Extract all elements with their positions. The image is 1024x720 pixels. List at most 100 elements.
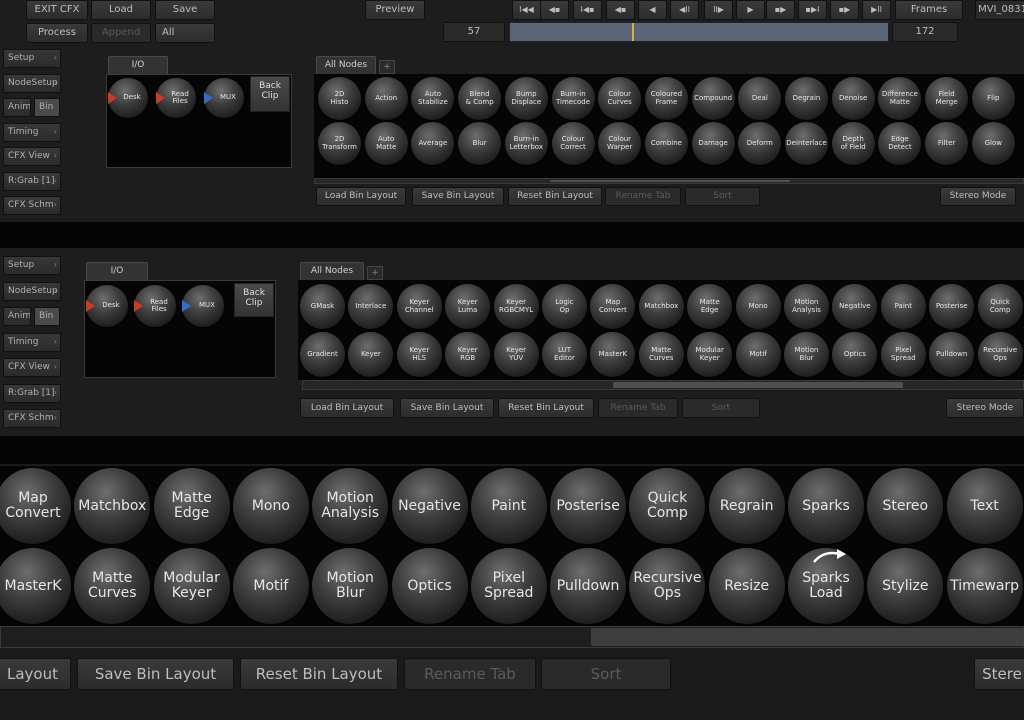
- transport-button[interactable]: ◀: [638, 0, 667, 20]
- node-motion-analysis[interactable]: Motion Analysis: [784, 284, 829, 329]
- rename-tab-button[interactable]: Rename Tab: [598, 398, 678, 418]
- node-blend-comp[interactable]: Blend & Comp: [458, 77, 502, 120]
- all-nodes-tab[interactable]: All Nodes: [300, 262, 364, 280]
- append-dropdown[interactable]: Append: [91, 23, 151, 43]
- node-matte-curves[interactable]: Matte Curves: [74, 548, 151, 624]
- node-motif[interactable]: Motif: [232, 548, 309, 624]
- frame-start-field[interactable]: 57: [443, 22, 505, 42]
- node-colour-warper[interactable]: Colour Warper: [598, 122, 642, 165]
- node-motif[interactable]: Motif: [735, 332, 781, 377]
- clip-name-field[interactable]: MVI_0831: [975, 0, 1024, 20]
- node-mono[interactable]: Mono: [232, 468, 309, 544]
- sidebar-item-cfx-schm[interactable]: CFX Schm ›: [3, 196, 61, 215]
- node-bump-displace[interactable]: Bump Displace: [504, 77, 548, 120]
- transport-button[interactable]: ◀▪: [540, 0, 569, 20]
- node-recursive-ops[interactable]: Recursive Ops: [629, 548, 706, 624]
- node-negative[interactable]: Negative: [391, 468, 468, 544]
- node-keyer-channel[interactable]: Keyer Channel: [396, 284, 442, 329]
- sidebar-item-cfx-view[interactable]: CFX View ›: [3, 358, 61, 377]
- node-matchbox[interactable]: Matchbox: [638, 284, 684, 329]
- node-blur[interactable]: Blur: [458, 122, 502, 165]
- io-tab[interactable]: I/O: [86, 262, 148, 280]
- sidebar-item-cfx-view[interactable]: CFX View ›: [3, 147, 61, 166]
- node-denoise[interactable]: Denoise: [831, 77, 875, 120]
- sidebar-item-anim[interactable]: Anim: [3, 98, 31, 117]
- node-stylize[interactable]: Stylize: [867, 548, 944, 624]
- sort-button[interactable]: Sort: [682, 398, 760, 418]
- node-keyer-hls[interactable]: Keyer HLS: [396, 332, 442, 377]
- node-matte-edge[interactable]: Matte Edge: [153, 468, 230, 544]
- rename-tab-button[interactable]: Rename Tab: [605, 187, 681, 206]
- scrollbar-thumb[interactable]: [613, 382, 903, 388]
- node-motion-blur[interactable]: Motion Blur: [784, 332, 829, 377]
- node-gmask[interactable]: GMask: [300, 284, 345, 329]
- rename-tab-button[interactable]: Rename Tab: [404, 658, 536, 690]
- node-burn-in-timecode[interactable]: Burn-in Timecode: [551, 77, 595, 120]
- node-2d-histo[interactable]: 2D Histo: [318, 77, 361, 120]
- node-logic-op[interactable]: Logic Op: [542, 284, 587, 329]
- node-pulldown[interactable]: Pulldown: [550, 548, 627, 624]
- scrollbar-thumb[interactable]: [550, 180, 790, 182]
- back-clip-node[interactable]: Back Clip: [234, 283, 274, 317]
- sidebar-item-timing[interactable]: Timing ›: [3, 122, 61, 142]
- reset-bin-layout-button[interactable]: Reset Bin Layout: [498, 398, 594, 418]
- node-bin-scrollbar[interactable]: [0, 626, 1024, 648]
- sidebar-item-anim[interactable]: Anim: [3, 307, 31, 326]
- node-colour-correct[interactable]: Colour Correct: [551, 122, 595, 165]
- node-compound[interactable]: Compound: [691, 77, 735, 120]
- node-resize[interactable]: Resize: [708, 548, 785, 624]
- node-colour-curves[interactable]: Colour Curves: [598, 77, 642, 120]
- node-combine[interactable]: Combine: [644, 122, 688, 165]
- add-tab-button[interactable]: +: [379, 60, 395, 74]
- node-keyer-luma[interactable]: Keyer Luma: [445, 284, 491, 329]
- sort-button[interactable]: Sort: [541, 658, 671, 690]
- node-matchbox[interactable]: Matchbox: [74, 468, 151, 544]
- reset-bin-layout-button[interactable]: Reset Bin Layout: [240, 658, 398, 690]
- node-2d-transform[interactable]: 2D Transform: [318, 122, 361, 165]
- stereo-mode-button[interactable]: Stereo Mode: [940, 187, 1016, 206]
- load-bin-layout-button[interactable]: Layout: [0, 658, 71, 690]
- node-timewarp[interactable]: Timewarp: [946, 548, 1023, 624]
- stereo-mode-button[interactable]: Stereo Mode: [946, 398, 1024, 418]
- node-glow[interactable]: Glow: [971, 122, 1015, 165]
- exit-cfx-button[interactable]: EXIT CFX: [26, 0, 88, 20]
- sidebar-item-r-grab[interactable]: R:Grab [1] ›: [3, 383, 61, 403]
- load-bin-layout-button[interactable]: Load Bin Layout: [316, 187, 406, 206]
- node-filter[interactable]: Filter: [925, 122, 969, 165]
- node-pixel-spread[interactable]: Pixel Spread: [470, 548, 547, 624]
- frames-dropdown[interactable]: Frames: [895, 0, 963, 20]
- node-keyer-rgbcmyl[interactable]: Keyer RGBCMYL: [493, 284, 539, 329]
- node-posterise[interactable]: Posterise: [929, 284, 975, 329]
- sidebar-item-bin[interactable]: Bin: [34, 307, 60, 326]
- transport-button[interactable]: ◀▪: [606, 0, 635, 20]
- all-dropdown[interactable]: All: [155, 23, 215, 43]
- load-bin-layout-button[interactable]: Load Bin Layout: [300, 398, 394, 418]
- transport-button[interactable]: ▪▶: [766, 0, 795, 20]
- node-coloured-frame[interactable]: Coloured Frame: [644, 77, 688, 120]
- node-stereo[interactable]: Stereo: [867, 468, 944, 544]
- node-depth-of-field[interactable]: Depth of Field: [831, 122, 875, 165]
- node-paint[interactable]: Paint: [470, 468, 547, 544]
- node-action[interactable]: Action: [364, 77, 408, 120]
- node-flip[interactable]: Flip: [971, 77, 1015, 120]
- sidebar-item-setup[interactable]: Setup ›: [3, 49, 61, 68]
- save-button[interactable]: Save: [155, 0, 215, 20]
- reset-bin-layout-button[interactable]: Reset Bin Layout: [508, 187, 602, 206]
- node-burn-in-letterbox[interactable]: Burn-in Letterbox: [504, 122, 548, 165]
- transport-button[interactable]: II▶: [704, 0, 733, 20]
- transport-button[interactable]: I◀◀: [512, 0, 541, 20]
- transport-button[interactable]: ◀II: [670, 0, 699, 20]
- transport-button[interactable]: ▪▶I: [798, 0, 827, 20]
- transport-button[interactable]: ▶: [736, 0, 765, 20]
- sidebar-item-cfx-schm[interactable]: CFX Schm ›: [3, 409, 61, 428]
- sidebar-item-timing[interactable]: Timing ›: [3, 332, 61, 352]
- node-text[interactable]: Text: [946, 468, 1023, 544]
- node-optics[interactable]: Optics: [391, 548, 468, 624]
- node-modular-keyer[interactable]: Modular Keyer: [153, 548, 230, 624]
- frame-end-field[interactable]: 172: [892, 22, 958, 42]
- node-bin-scrollbar[interactable]: [314, 178, 1024, 184]
- sort-button[interactable]: Sort: [685, 187, 760, 206]
- node-matte-edge[interactable]: Matte Edge: [687, 284, 733, 329]
- process-button[interactable]: Process: [26, 23, 88, 43]
- node-deal[interactable]: Deal: [738, 77, 782, 120]
